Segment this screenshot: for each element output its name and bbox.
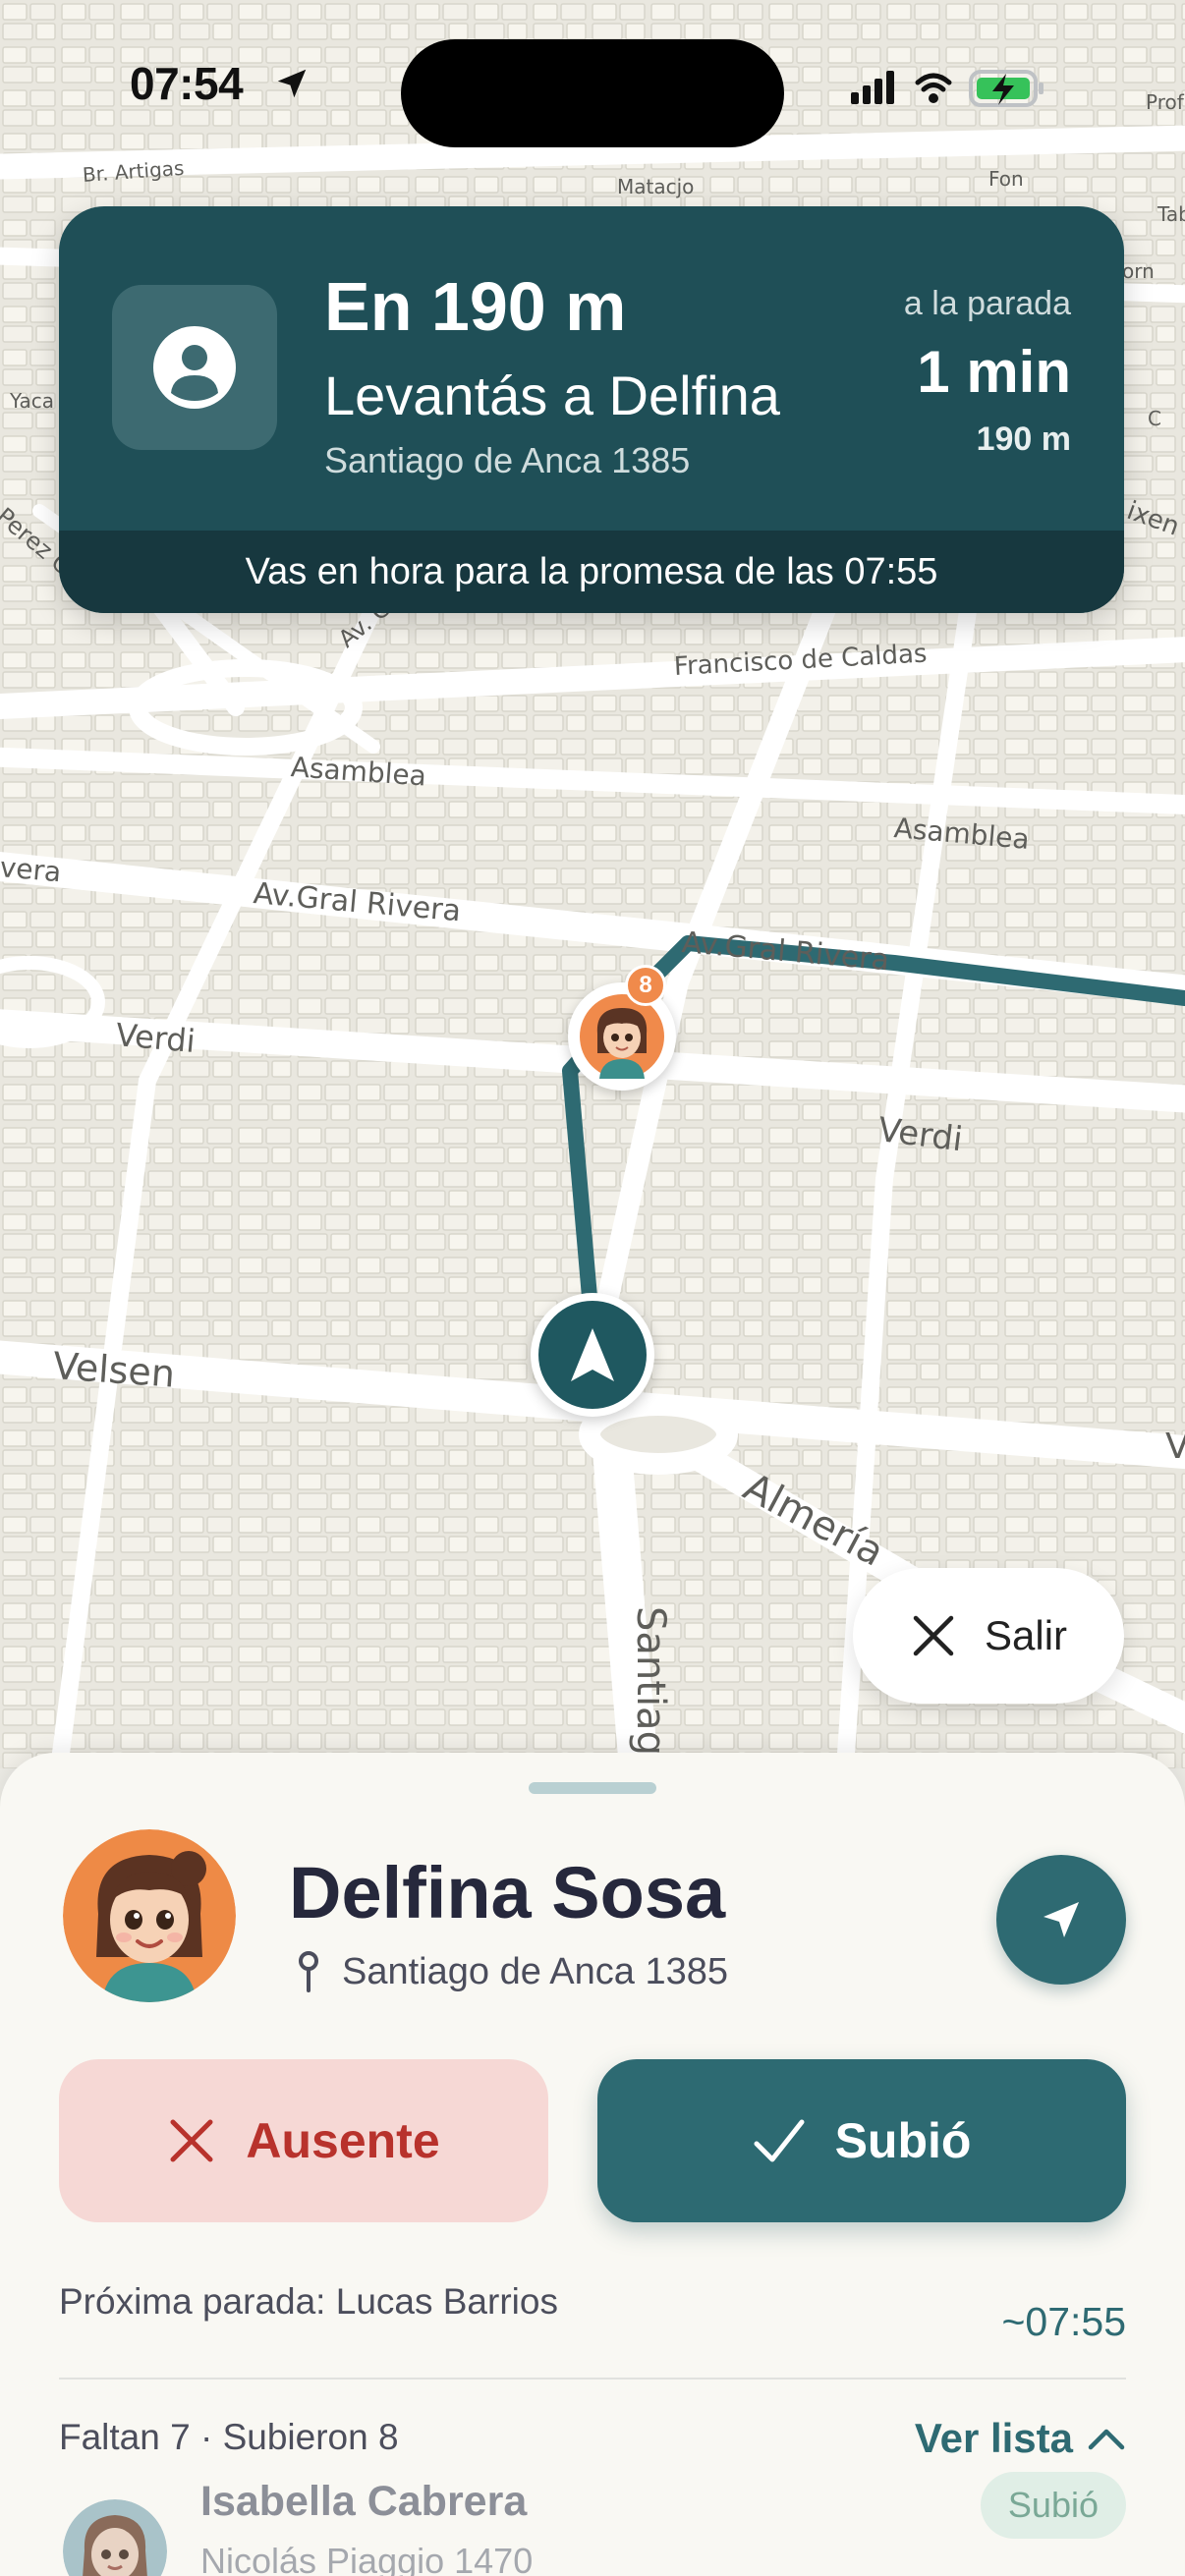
street-label: V bbox=[1165, 1427, 1185, 1467]
list-item-address: Nicolás Piaggio 1470 bbox=[200, 2541, 534, 2576]
divider bbox=[59, 2378, 1126, 2380]
banner-footer: Vas en hora para la promesa de las 07:55 bbox=[59, 531, 1124, 613]
student-avatar-icon bbox=[580, 994, 664, 1079]
street-label: vera bbox=[0, 851, 63, 889]
view-list-button[interactable]: Ver lista bbox=[915, 2415, 1126, 2462]
check-icon bbox=[754, 2119, 805, 2162]
sheet-grabber[interactable] bbox=[529, 1782, 656, 1794]
signal-icon bbox=[851, 71, 894, 104]
on-time-message: Vas en hora para la promesa de las 07:55 bbox=[245, 550, 938, 592]
pickup-counts: Faltan 7 · Subieron 8 bbox=[59, 2417, 399, 2457]
student-name: Delfina Sosa bbox=[289, 1852, 726, 1933]
street-label: C bbox=[1148, 407, 1161, 430]
street-label: Yaca bbox=[10, 389, 54, 413]
street-label: Velsen bbox=[51, 1344, 177, 1396]
x-icon bbox=[170, 2119, 213, 2162]
street-label: Tab bbox=[1157, 202, 1185, 226]
street-label: Santiag bbox=[628, 1606, 673, 1756]
boarded-button[interactable]: Subió bbox=[597, 2059, 1126, 2222]
banner-eta: 1 min bbox=[917, 339, 1071, 405]
navigation-arrow-icon bbox=[571, 1328, 614, 1381]
banner-instruction: Levantás a Delfina bbox=[324, 364, 780, 426]
banner-eta-distance: 190 m bbox=[976, 420, 1071, 458]
student-address: Santiago de Anca 1385 bbox=[342, 1951, 729, 1992]
list-item-name: Isabella Cabrera bbox=[200, 2478, 528, 2525]
exit-button[interactable]: Salir bbox=[853, 1568, 1124, 1704]
status-time: 07:54 bbox=[130, 58, 244, 109]
view-list-label: Ver lista bbox=[914, 2415, 1073, 2461]
current-location-marker bbox=[531, 1293, 654, 1417]
next-stop: Próxima parada: Lucas Barrios bbox=[59, 2281, 558, 2322]
pin-icon bbox=[299, 1951, 318, 1992]
street-label: orn bbox=[1122, 259, 1155, 283]
student-avatar bbox=[63, 1829, 236, 2002]
banner-address: Santiago de Anca 1385 bbox=[324, 440, 691, 480]
status-icons bbox=[849, 67, 1085, 117]
wifi-icon bbox=[915, 73, 952, 92]
navigate-arrow-icon bbox=[1044, 1902, 1079, 1937]
battery-charging-icon bbox=[969, 70, 1044, 107]
banner-distance: En 190 m bbox=[324, 268, 627, 345]
navigate-button[interactable] bbox=[996, 1855, 1126, 1985]
street-label: Matacjo bbox=[617, 175, 695, 198]
street-label: Verdi bbox=[114, 1016, 198, 1060]
list-item-avatar bbox=[63, 2499, 167, 2576]
exit-label: Salir bbox=[984, 1612, 1068, 1658]
boarded-label: Subió bbox=[834, 2113, 972, 2168]
student-marker-badge: 8 bbox=[625, 965, 666, 1006]
street-label: Fon bbox=[988, 167, 1024, 191]
next-stop-time: ~07:55 bbox=[1001, 2299, 1126, 2344]
banner-to-stop-label: a la parada bbox=[903, 285, 1071, 322]
pickup-icon-box bbox=[112, 285, 277, 450]
close-icon bbox=[913, 1615, 954, 1656]
person-icon bbox=[153, 326, 236, 409]
absent-button[interactable]: Ausente bbox=[59, 2059, 548, 2222]
bottom-sheet: Delfina Sosa Santiago de Anca 1385 Ausen… bbox=[0, 1753, 1185, 2576]
chevron-up-icon bbox=[1088, 2429, 1125, 2450]
absent-label: Ausente bbox=[246, 2113, 440, 2168]
status-badge: Subió bbox=[980, 2472, 1126, 2539]
street-label: Prof bbox=[1146, 90, 1184, 114]
dynamic-island bbox=[401, 39, 784, 147]
navigation-banner[interactable]: En 190 m Levantás a Delfina Santiago de … bbox=[59, 206, 1124, 613]
location-arrow-icon bbox=[277, 69, 307, 98]
